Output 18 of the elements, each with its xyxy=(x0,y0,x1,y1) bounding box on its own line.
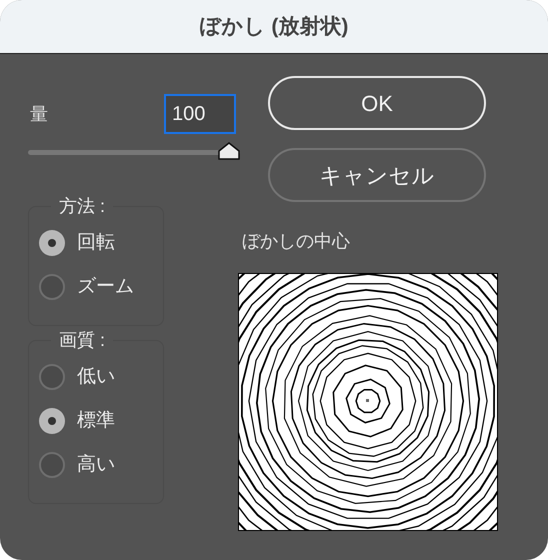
cancel-button[interactable]: キャンセル xyxy=(268,148,486,202)
amount-label: 量 xyxy=(29,102,48,126)
preview-label: ぼかしの中心 xyxy=(241,230,351,253)
radio-button[interactable] xyxy=(39,274,65,300)
ok-button[interactable]: OK xyxy=(268,76,486,130)
amount-slider[interactable] xyxy=(28,142,240,160)
radio-label: 低い xyxy=(77,364,115,389)
radio-label: ズーム xyxy=(77,274,134,299)
amount-field[interactable]: 100 xyxy=(164,94,236,134)
radio-label: 標準 xyxy=(77,408,115,433)
radio-button[interactable] xyxy=(39,408,65,434)
radio-button[interactable] xyxy=(39,452,65,478)
slider-thumb[interactable] xyxy=(218,142,240,160)
radio-label: 回転 xyxy=(77,230,115,255)
radio-button[interactable] xyxy=(39,364,65,390)
window-title: ぼかし (放射状) xyxy=(200,14,348,40)
radio-label: 高い xyxy=(77,452,115,477)
radio-button[interactable] xyxy=(39,230,65,256)
